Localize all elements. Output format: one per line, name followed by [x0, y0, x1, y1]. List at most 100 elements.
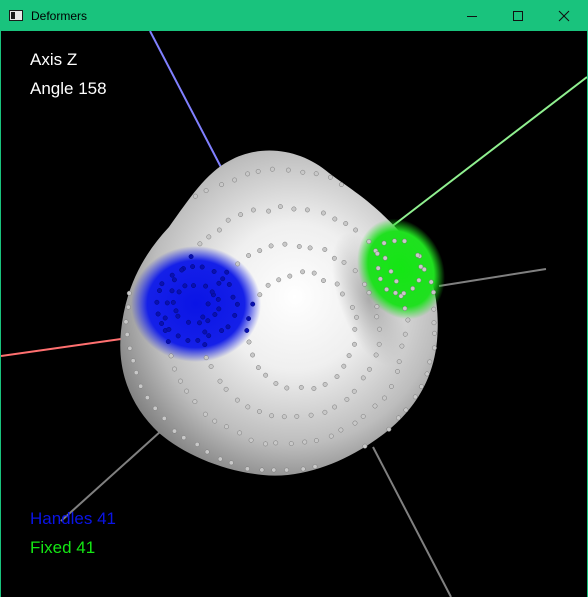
angle-label: Angle 158 [30, 79, 107, 98]
handle-vertex [165, 339, 171, 345]
close-button[interactable] [541, 1, 587, 31]
mesh-vertex [353, 227, 359, 233]
minimize-button[interactable] [449, 1, 495, 31]
handle-vertex [171, 277, 177, 283]
mesh-vertex [362, 281, 368, 287]
handle-vertex [154, 299, 160, 305]
mesh-vertex [281, 414, 287, 420]
mesh-vertex [125, 304, 131, 310]
mesh-vertex [373, 352, 379, 358]
mesh-vertex [372, 403, 378, 409]
mesh-vertex [265, 282, 271, 288]
mesh-vertex [388, 268, 394, 274]
3d-viewport[interactable]: Axis Z Angle 158 Handles 41 Fixed 41 [1, 31, 587, 597]
mesh-vertex [268, 243, 274, 249]
mesh-vertex [300, 269, 306, 275]
mesh-vertex [238, 212, 244, 218]
mesh-vertex [375, 265, 381, 271]
mesh-vertex [263, 441, 268, 447]
mesh-vertex [341, 363, 347, 369]
mesh-vertex [392, 238, 397, 244]
mesh-vertex [402, 238, 407, 244]
handle-vertex [195, 337, 201, 343]
mesh-vertex [257, 292, 263, 298]
handle-vertex [159, 321, 165, 326]
mesh-vertex [202, 411, 208, 417]
mesh-vertex [431, 306, 437, 312]
window-title: Deformers [31, 9, 88, 23]
handle-vertex [179, 267, 185, 273]
handle-vertex [205, 318, 211, 324]
mesh-vertex [245, 171, 251, 177]
mesh-vertex [360, 375, 366, 381]
axis-neg-line [60, 430, 162, 522]
axis-y-line [385, 76, 587, 232]
mesh-vertex [352, 326, 358, 332]
mesh-vertex [256, 409, 262, 414]
mesh-vertex [374, 251, 380, 257]
handle-vertex [164, 300, 170, 306]
mesh-vertex [338, 427, 344, 433]
title-bar[interactable]: Deformers [1, 1, 587, 31]
mesh-vertex [428, 279, 434, 285]
mesh-vertex [410, 286, 416, 291]
handle-vertex [226, 282, 232, 287]
mesh-vertex [338, 182, 344, 188]
mesh-vertex [152, 405, 158, 411]
maximize-icon [513, 11, 523, 21]
mesh-vertex [291, 206, 297, 212]
mesh-vertex [277, 204, 283, 210]
handle-vertex [211, 269, 217, 274]
mesh-vertex [298, 384, 304, 390]
handle-vertex [206, 333, 212, 339]
mesh-vertex [331, 255, 337, 261]
handle-vertex [170, 299, 176, 305]
mesh-vertex [343, 221, 349, 226]
mesh-vertex [351, 388, 357, 394]
handle-vertex [216, 280, 222, 286]
handle-vertex [166, 326, 172, 332]
mesh-vertex [273, 381, 279, 386]
mesh-vertex [424, 371, 430, 377]
handle-vertex [190, 264, 196, 270]
mesh-vertex [266, 208, 272, 214]
minimize-icon [467, 16, 477, 17]
mesh-vertex [395, 368, 400, 374]
mesh-vertex [172, 366, 177, 372]
mesh-vertex [212, 418, 218, 424]
mesh-vertex [192, 193, 198, 199]
mesh-vertex [328, 433, 334, 439]
mesh-vertex [224, 424, 229, 430]
mesh-vertex [377, 326, 382, 332]
handle-vertex [185, 338, 191, 343]
axis-z-line [149, 31, 224, 172]
mesh-vertex [235, 261, 241, 267]
handle-vertex [234, 301, 240, 307]
mesh-vertex [401, 290, 407, 296]
mesh-vertex [168, 353, 174, 359]
mesh-vertex [124, 332, 130, 337]
mesh-vertex [217, 456, 223, 462]
maximize-button[interactable] [495, 1, 541, 31]
mesh-vertex [203, 355, 209, 361]
handles-region[interactable] [131, 246, 261, 362]
mesh-vertex [418, 264, 424, 270]
mesh-vertex [367, 366, 372, 372]
mesh-vertex [418, 384, 424, 390]
axis-neg-line [372, 446, 452, 597]
mesh-vertex [138, 383, 144, 389]
mesh-vertex [322, 381, 328, 387]
mesh-vertex [255, 168, 261, 174]
handle-vertex [182, 283, 188, 289]
mesh-vertex [223, 386, 229, 392]
handle-vertex [220, 276, 226, 282]
mesh-vertex [204, 449, 210, 455]
handle-vertex [173, 308, 179, 314]
mesh-vertex [327, 174, 333, 180]
mesh-vertex [194, 441, 200, 447]
mesh-vertex [225, 217, 231, 223]
mesh-vertex [399, 343, 405, 349]
mesh-vertex [184, 388, 190, 394]
mesh-vertex [393, 278, 399, 284]
mesh-vertex [246, 339, 252, 345]
